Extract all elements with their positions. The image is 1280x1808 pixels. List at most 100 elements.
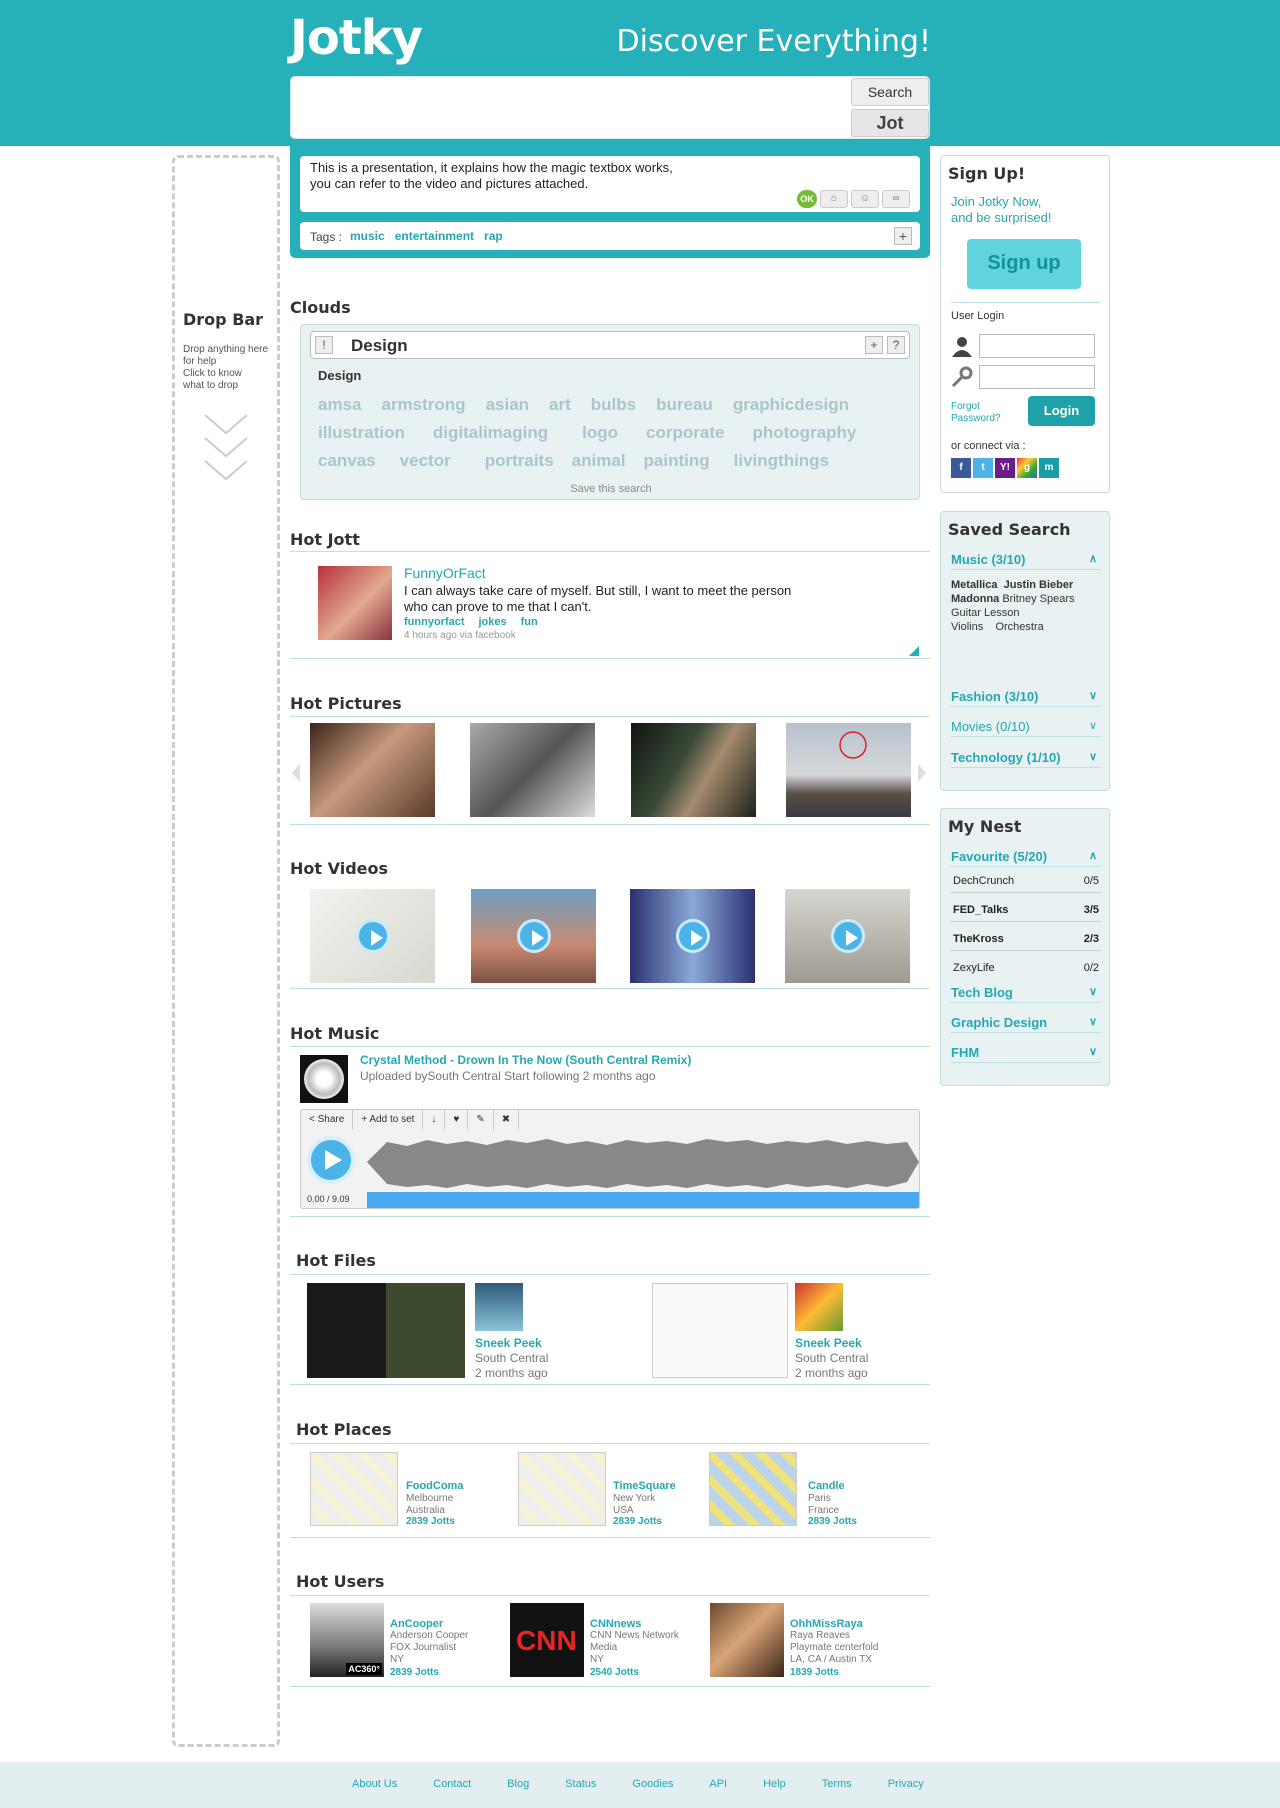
- user-jotts[interactable]: 2540 Jotts: [590, 1667, 639, 1678]
- nest-category-favourite[interactable]: Favourite (5/20) ∧: [951, 849, 1101, 867]
- avatar[interactable]: CNN: [510, 1603, 584, 1677]
- trash-icon[interactable]: ✖: [494, 1110, 520, 1130]
- place-jotts[interactable]: 2839 Jotts: [808, 1516, 857, 1527]
- facebook-icon[interactable]: f: [951, 458, 971, 478]
- cloud-tag[interactable]: bureau: [656, 391, 713, 419]
- edit-icon[interactable]: ✎: [468, 1110, 494, 1130]
- cloud-tag[interactable]: asian: [486, 391, 529, 419]
- search-button[interactable]: Search: [851, 78, 929, 106]
- cloud-tag[interactable]: animal: [572, 447, 626, 475]
- password-field[interactable]: [979, 365, 1095, 389]
- search-input[interactable]: [290, 76, 930, 139]
- footer-link[interactable]: Help: [763, 1778, 786, 1790]
- username-field[interactable]: [979, 334, 1095, 358]
- saved-item[interactable]: Violins: [951, 621, 983, 633]
- share-button[interactable]: < Share: [301, 1110, 354, 1130]
- msn-icon[interactable]: m: [1039, 458, 1059, 478]
- place-name[interactable]: FoodComa: [406, 1480, 463, 1492]
- cloud-tag[interactable]: art: [549, 391, 571, 419]
- link-icon[interactable]: ∞: [882, 190, 910, 208]
- video-thumbnail[interactable]: [471, 889, 596, 983]
- cloud-tag[interactable]: canvas: [318, 447, 376, 475]
- jot-button[interactable]: Jot: [851, 109, 929, 137]
- nest-item[interactable]: ZexyLife 0/2: [951, 956, 1101, 980]
- yahoo-icon[interactable]: Y!: [995, 458, 1015, 478]
- place-name[interactable]: TimeSquare: [613, 1480, 676, 1492]
- video-thumbnail[interactable]: [785, 889, 910, 983]
- picture-thumbnail[interactable]: [310, 723, 435, 817]
- file-thumbnail[interactable]: [652, 1283, 788, 1378]
- signup-button[interactable]: Sign up: [967, 239, 1081, 289]
- avatar[interactable]: [475, 1283, 523, 1331]
- file-title[interactable]: Sneek Peek: [795, 1336, 862, 1350]
- saved-item[interactable]: Orchestra: [995, 621, 1043, 633]
- tag-link[interactable]: music: [350, 229, 385, 243]
- add-to-set-button[interactable]: + Add to set: [353, 1110, 424, 1130]
- twitter-icon[interactable]: t: [973, 458, 993, 478]
- user-icon[interactable]: ☺: [851, 190, 879, 208]
- footer-link[interactable]: Terms: [822, 1778, 852, 1790]
- cloud-tag[interactable]: bulbs: [591, 391, 636, 419]
- place-jotts[interactable]: 2839 Jotts: [613, 1516, 662, 1527]
- progress-bar[interactable]: [367, 1192, 919, 1208]
- footer-link[interactable]: Goodies: [632, 1778, 673, 1790]
- jott-username[interactable]: FunnyOrFact: [404, 565, 486, 581]
- footer-link[interactable]: Contact: [433, 1778, 471, 1790]
- save-search-link[interactable]: Save this search: [301, 483, 921, 495]
- next-arrow-icon[interactable]: [918, 764, 926, 782]
- video-thumbnail[interactable]: [630, 889, 755, 983]
- prev-arrow-icon[interactable]: [292, 764, 300, 782]
- user-handle[interactable]: CNNnews: [590, 1618, 641, 1630]
- cloud-tag[interactable]: painting: [644, 447, 710, 475]
- avatar[interactable]: [318, 566, 392, 640]
- user-handle[interactable]: AnCooper: [390, 1618, 443, 1630]
- user-jotts[interactable]: 2839 Jotts: [390, 1667, 439, 1678]
- saved-category-movies[interactable]: Movies (0/10) ∨: [951, 719, 1101, 737]
- saved-item[interactable]: Metallica: [951, 579, 997, 591]
- tag-link[interactable]: entertainment: [395, 229, 474, 243]
- login-button[interactable]: Login: [1028, 396, 1095, 426]
- avatar[interactable]: [795, 1283, 843, 1331]
- user-jotts[interactable]: 1839 Jotts: [790, 1667, 839, 1678]
- alert-button[interactable]: !: [315, 336, 333, 354]
- download-icon[interactable]: ↓: [423, 1110, 446, 1130]
- saved-category-fashion[interactable]: Fashion (3/10) ∨: [951, 689, 1101, 707]
- waveform[interactable]: [367, 1132, 919, 1196]
- saved-item[interactable]: Britney Spears: [1002, 593, 1074, 605]
- jot-textbox[interactable]: This is a presentation, it explains how …: [300, 156, 920, 212]
- play-icon[interactable]: [831, 919, 865, 953]
- logo[interactable]: Jotky: [290, 10, 423, 66]
- tag-link[interactable]: jokes: [479, 616, 507, 628]
- saved-category-technology[interactable]: Technology (1/10) ∨: [951, 750, 1101, 768]
- cloud-tag[interactable]: vector: [400, 447, 451, 475]
- play-icon[interactable]: [676, 919, 710, 953]
- map-thumbnail[interactable]: [709, 1452, 797, 1526]
- avatar[interactable]: AC360°: [310, 1603, 384, 1677]
- saved-item[interactable]: Justin Bieber: [1004, 579, 1074, 591]
- nest-category-graphic-design[interactable]: Graphic Design ∨: [951, 1015, 1101, 1033]
- track-title[interactable]: Crystal Method - Drown In The Now (South…: [360, 1053, 691, 1067]
- tag-link[interactable]: funnyorfact: [404, 616, 465, 628]
- footer-link[interactable]: About Us: [352, 1778, 397, 1790]
- saved-item[interactable]: Guitar Lesson: [951, 607, 1019, 619]
- cloud-tag[interactable]: graphicdesign: [733, 391, 849, 419]
- play-icon[interactable]: [356, 919, 390, 953]
- expand-corner-icon[interactable]: [909, 646, 919, 656]
- cloud-tag[interactable]: digitalimaging: [433, 419, 548, 447]
- place-name[interactable]: Candle: [808, 1480, 845, 1492]
- user-handle[interactable]: OhhMissRaya: [790, 1618, 863, 1630]
- tag-link[interactable]: fun: [521, 616, 538, 628]
- play-button[interactable]: [307, 1136, 355, 1184]
- cloud-tag[interactable]: logo: [582, 419, 618, 447]
- lock-icon[interactable]: ⌂: [820, 190, 848, 208]
- saved-item[interactable]: Madonna: [951, 593, 999, 605]
- cloud-tag[interactable]: corporate: [646, 419, 724, 447]
- ok-button[interactable]: OK: [797, 190, 817, 208]
- saved-category-music[interactable]: Music (3/10) ∧: [951, 552, 1101, 570]
- nest-item[interactable]: TheKross 2/3: [951, 927, 1101, 951]
- map-thumbnail[interactable]: [518, 1452, 606, 1526]
- nest-item[interactable]: FED_Talks 3/5: [951, 898, 1101, 922]
- cloud-tag[interactable]: armstrong: [381, 391, 465, 419]
- footer-link[interactable]: Privacy: [888, 1778, 924, 1790]
- nest-item[interactable]: DechCrunch 0/5: [951, 869, 1101, 893]
